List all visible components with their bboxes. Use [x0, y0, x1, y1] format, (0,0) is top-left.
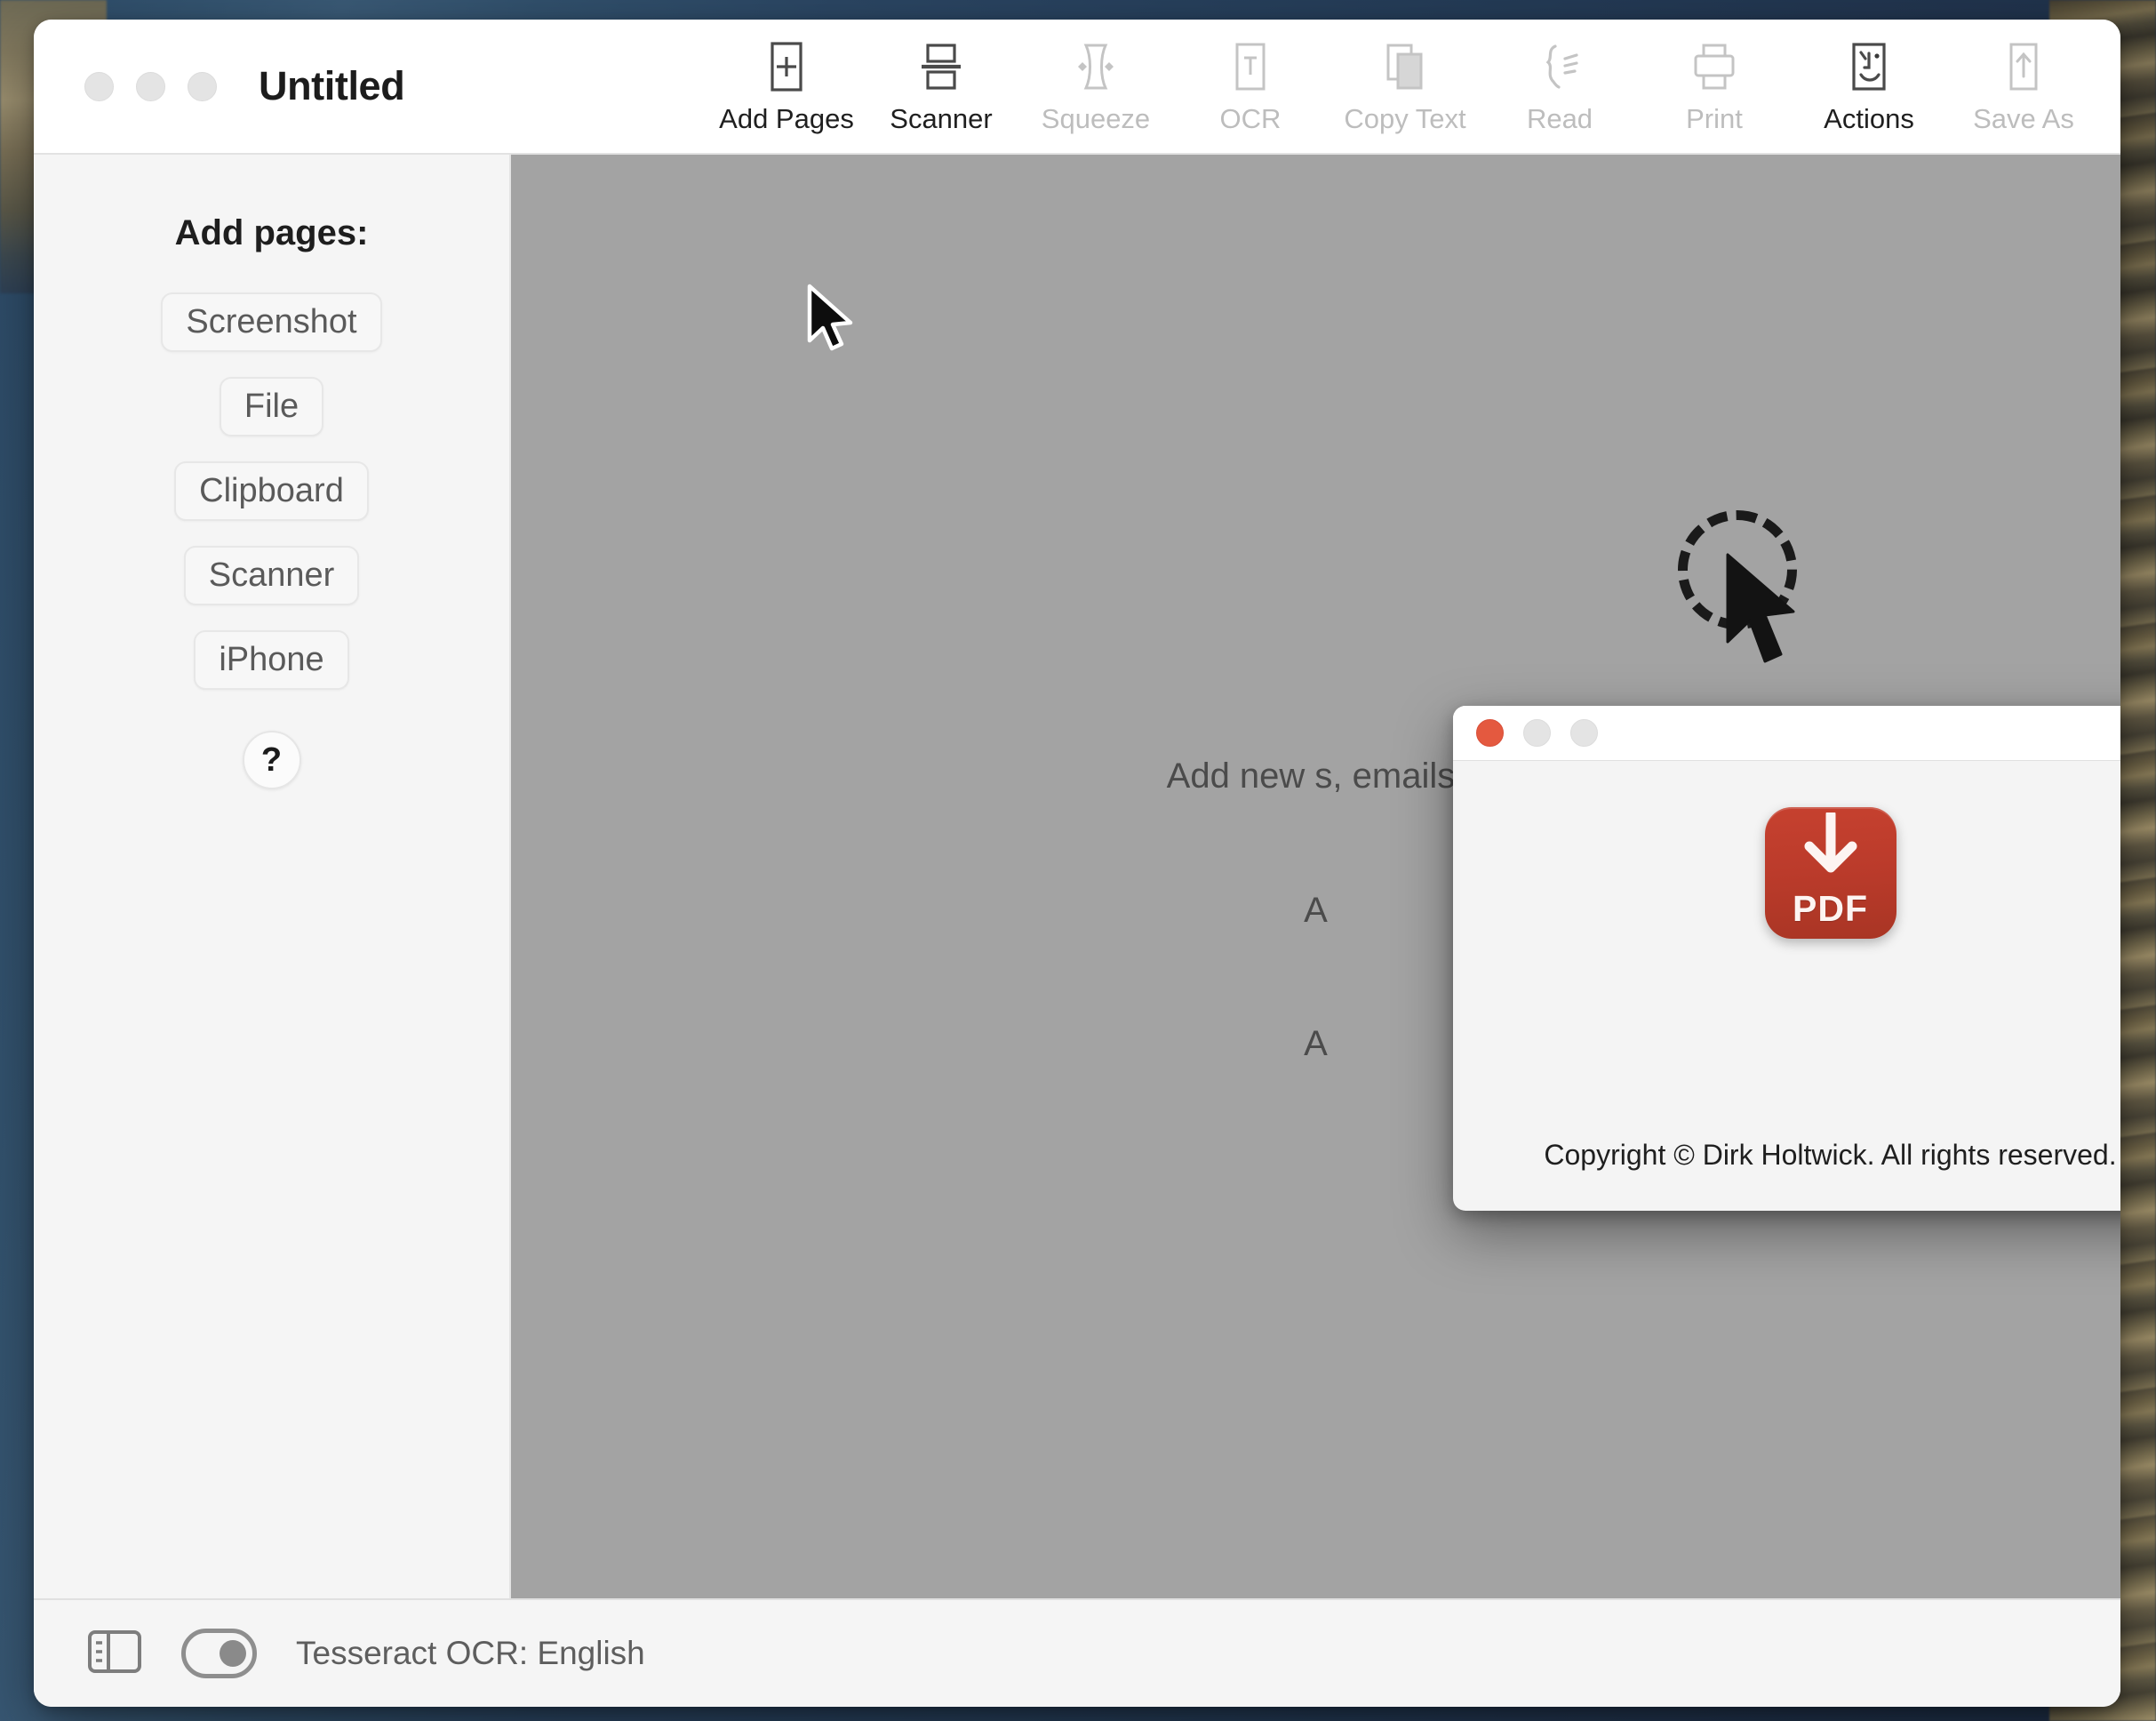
ocr-toggle-knob — [220, 1640, 246, 1667]
toolbar-actions[interactable]: Actions — [1792, 20, 1946, 155]
toolbar-read[interactable]: Read — [1482, 20, 1637, 155]
sidebar-toggle-icon[interactable] — [87, 1629, 142, 1678]
toolbar-save-as[interactable]: Save As — [1946, 20, 2101, 155]
toolbar-label: Squeeze — [1041, 103, 1151, 134]
window-titlebar: Untitled Add Pages Scanner Squeeze OCR C… — [34, 20, 2120, 155]
share-up-icon — [2004, 39, 2043, 94]
ocr-text-icon — [1231, 39, 1270, 94]
zoom-button[interactable] — [188, 71, 217, 101]
copy-icon — [1383, 39, 1427, 94]
sidebar-button-scanner[interactable]: Scanner — [183, 546, 360, 605]
sidebar-heading: Add pages: — [174, 213, 369, 252]
desktop-background: Untitled Add Pages Scanner Squeeze OCR C… — [0, 0, 2156, 1721]
toolbar-label: OCR — [1219, 103, 1282, 134]
toolbar-label: Scanner — [890, 103, 993, 134]
toolbar-label: Actions — [1824, 103, 1914, 134]
about-close-button[interactable] — [1476, 719, 1504, 747]
download-arrow-icon — [1804, 812, 1857, 873]
about-dialog-titlebar — [1453, 706, 2120, 761]
sidebar-button-file[interactable]: File — [219, 377, 324, 436]
window-traffic-lights — [84, 71, 217, 101]
toolbar-label: Save As — [1973, 103, 2074, 134]
add-page-icon — [767, 39, 806, 94]
cursor-arrow-icon — [1726, 553, 1795, 663]
sidebar-button-screenshot[interactable]: Screenshot — [161, 292, 382, 352]
toolbar-scanner[interactable]: Scanner — [864, 20, 1018, 155]
pdf-app-icon: PDF — [1764, 807, 1896, 939]
toolbar-print[interactable]: Print — [1637, 20, 1792, 155]
main-toolbar: Add Pages Scanner Squeeze OCR Copy Text … — [709, 20, 2120, 155]
close-button[interactable] — [84, 71, 114, 101]
pdf-icon-label: PDF — [1793, 888, 1868, 929]
minimize-button[interactable] — [136, 71, 165, 101]
about-copyright-text: Copyright © Dirk Holtwick. All rights re… — [1544, 1139, 2117, 1171]
window-body: Add pages: Screenshot File Clipboard Sca… — [34, 155, 2120, 1598]
help-button[interactable]: ? — [242, 731, 301, 789]
about-dialog-content: PDF Copyright © Dirk Holtwick. All right… — [1453, 761, 2120, 1211]
about-zoom-button — [1570, 719, 1598, 747]
squeeze-icon — [1068, 39, 1123, 94]
scanner-icon — [918, 39, 964, 94]
toolbar-overflow-button[interactable]: » — [2101, 20, 2120, 155]
sidebar-button-clipboard[interactable]: Clipboard — [174, 461, 369, 521]
mouse-cursor — [807, 284, 853, 351]
toolbar-label: Print — [1686, 103, 1743, 134]
sidebar-button-iphone[interactable]: iPhone — [194, 630, 349, 690]
sidebar: Add pages: Screenshot File Clipboard Sca… — [34, 155, 511, 1598]
toolbar-label: Copy Text — [1344, 103, 1466, 134]
toolbar-label: Add Pages — [719, 103, 854, 134]
printer-icon — [1689, 39, 1739, 94]
ocr-status-text: Tesseract OCR: English — [296, 1635, 645, 1671]
toolbar-label: Read — [1526, 103, 1593, 134]
toolbar-copy-text[interactable]: Copy Text — [1328, 20, 1482, 155]
toolbar-ocr[interactable]: OCR — [1173, 20, 1328, 155]
toolbar-squeeze[interactable]: Squeeze — [1018, 20, 1173, 155]
read-aloud-icon — [1536, 39, 1584, 94]
toolbar-add-pages[interactable]: Add Pages — [709, 20, 864, 155]
main-application-window: Untitled Add Pages Scanner Squeeze OCR C… — [34, 20, 2120, 1707]
click-indicator — [1678, 510, 1838, 670]
about-dialog: PDF Copyright © Dirk Holtwick. All right… — [1453, 706, 2120, 1211]
document-drop-area[interactable]: Add new s, emails, A A PDF Copyright © D… — [511, 155, 2120, 1598]
status-bar: Tesseract OCR: English — [34, 1598, 2120, 1707]
finder-face-icon — [1846, 39, 1892, 94]
document-title: Untitled — [259, 63, 405, 108]
ocr-toggle-switch[interactable] — [181, 1629, 257, 1678]
about-minimize-button — [1523, 719, 1551, 747]
